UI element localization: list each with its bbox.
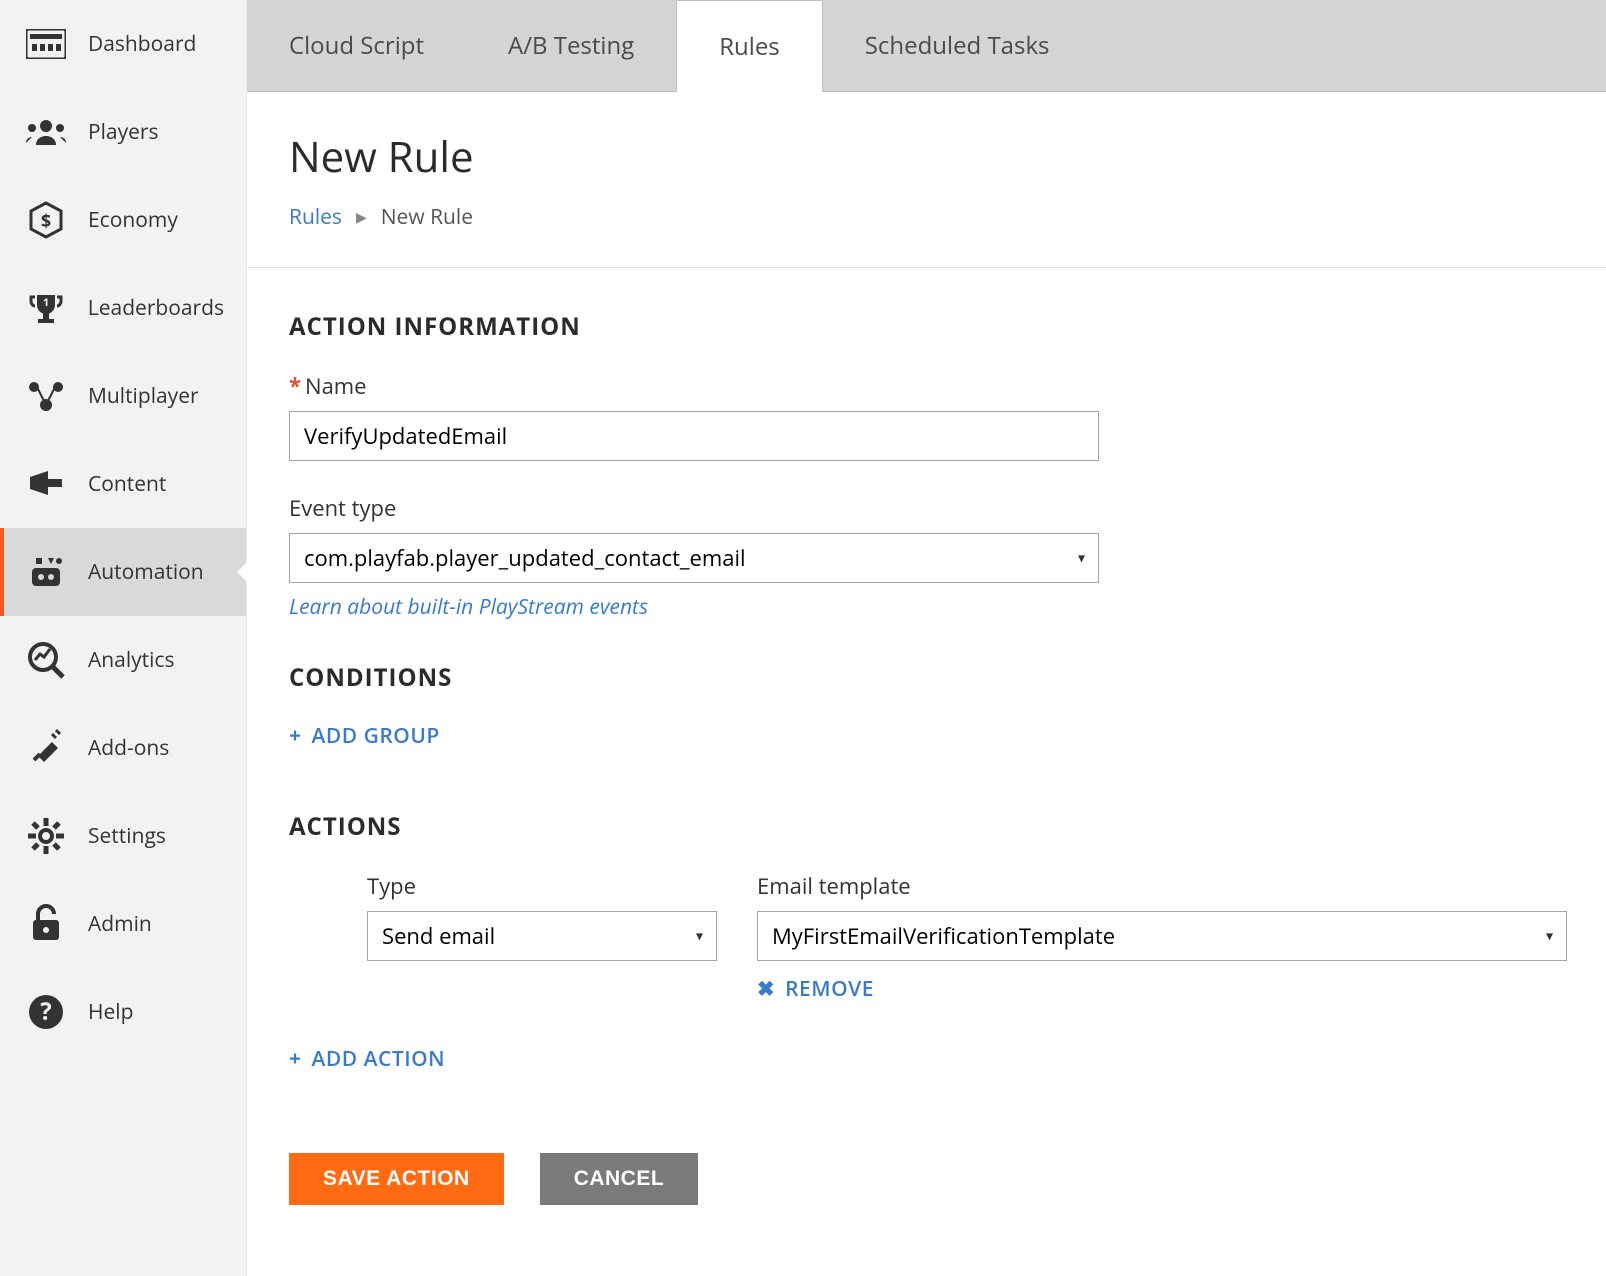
- help-icon: ?: [22, 988, 70, 1036]
- sidebar-item-label: Dashboard: [88, 30, 196, 58]
- sidebar-item-label: Players: [88, 118, 159, 146]
- admin-icon: [22, 900, 70, 948]
- close-icon: ✖: [757, 975, 775, 1003]
- tab-bar: Cloud Script A/B Testing Rules Scheduled…: [247, 0, 1606, 92]
- add-action-button[interactable]: + ADD ACTION: [289, 1045, 445, 1073]
- plus-icon: +: [289, 1045, 302, 1073]
- tab-ab-testing[interactable]: A/B Testing: [466, 0, 676, 91]
- sidebar-item-label: Add-ons: [88, 734, 169, 762]
- sidebar-item-label: Automation: [88, 558, 204, 586]
- content-icon: [22, 460, 70, 508]
- addons-icon: [22, 724, 70, 772]
- sidebar-item-dashboard[interactable]: Dashboard: [0, 0, 246, 88]
- automation-icon: [22, 548, 70, 596]
- leaderboards-icon: 1: [22, 284, 70, 332]
- save-action-button[interactable]: SAVE ACTION: [289, 1153, 504, 1205]
- help-link-playstream-events[interactable]: Learn about built-in PlayStream events: [289, 593, 648, 621]
- field-event-type: Event type com.playfab.player_updated_co…: [289, 493, 1564, 621]
- sidebar-item-label: Economy: [88, 206, 178, 234]
- field-label-event-type: Event type: [289, 493, 1564, 523]
- sidebar: Dashboard Players $ Economy 1 Leaderboar…: [0, 0, 247, 1276]
- remove-label: REMOVE: [785, 975, 874, 1003]
- action-type-select[interactable]: Send email: [367, 911, 717, 961]
- tab-label: Scheduled Tasks: [865, 29, 1050, 62]
- plus-icon: +: [289, 722, 302, 750]
- sidebar-item-label: Content: [88, 470, 166, 498]
- page-title: New Rule: [289, 128, 1564, 185]
- chevron-right-icon: ▶: [356, 208, 367, 227]
- sidebar-item-admin[interactable]: Admin: [0, 880, 246, 968]
- svg-text:?: ?: [40, 995, 51, 1028]
- breadcrumb-current: New Rule: [381, 203, 473, 231]
- remove-action-button[interactable]: ✖ REMOVE: [757, 975, 874, 1003]
- section-header-actions: ACTIONS: [289, 810, 1564, 843]
- sidebar-item-players[interactable]: Players: [0, 88, 246, 176]
- sidebar-item-automation[interactable]: Automation: [0, 528, 246, 616]
- main-area: Cloud Script A/B Testing Rules Scheduled…: [247, 0, 1606, 1276]
- sidebar-item-settings[interactable]: Settings: [0, 792, 246, 880]
- tab-label: Rules: [719, 30, 780, 63]
- content-area: New Rule Rules ▶ New Rule ACTION INFORMA…: [247, 92, 1606, 1276]
- analytics-icon: [22, 636, 70, 684]
- settings-icon: [22, 812, 70, 860]
- tab-label: Cloud Script: [289, 29, 424, 62]
- sidebar-item-label: Multiplayer: [88, 382, 199, 410]
- email-template-select[interactable]: MyFirstEmailVerificationTemplate: [757, 911, 1567, 961]
- sidebar-item-label: Analytics: [88, 646, 175, 674]
- cancel-button[interactable]: CANCEL: [540, 1153, 699, 1205]
- field-label-name: * Name: [289, 371, 1564, 401]
- breadcrumb: Rules ▶ New Rule: [289, 203, 1564, 231]
- sidebar-item-addons[interactable]: Add-ons: [0, 704, 246, 792]
- name-input[interactable]: [289, 411, 1099, 461]
- tab-cloud-script[interactable]: Cloud Script: [247, 0, 466, 91]
- svg-text:1: 1: [43, 295, 49, 310]
- sidebar-item-leaderboards[interactable]: 1 Leaderboards: [0, 264, 246, 352]
- sidebar-item-help[interactable]: ? Help: [0, 968, 246, 1056]
- svg-text:$: $: [41, 209, 51, 233]
- add-group-button[interactable]: + ADD GROUP: [289, 722, 440, 750]
- sidebar-item-analytics[interactable]: Analytics: [0, 616, 246, 704]
- economy-icon: $: [22, 196, 70, 244]
- sidebar-item-label: Help: [88, 998, 133, 1026]
- button-row: SAVE ACTION CANCEL: [289, 1153, 1564, 1205]
- field-label-email-template: Email template: [757, 871, 1567, 901]
- required-asterisk: *: [289, 371, 301, 401]
- section-header-conditions: CONDITIONS: [289, 661, 1564, 694]
- tab-scheduled-tasks[interactable]: Scheduled Tasks: [823, 0, 1092, 91]
- event-type-select[interactable]: com.playfab.player_updated_contact_email: [289, 533, 1099, 583]
- dashboard-icon: [22, 20, 70, 68]
- add-action-label: ADD ACTION: [312, 1045, 446, 1073]
- section-header-action-information: ACTION INFORMATION: [289, 310, 1564, 343]
- tab-rules[interactable]: Rules: [676, 0, 823, 92]
- sidebar-item-content[interactable]: Content: [0, 440, 246, 528]
- sidebar-item-label: Leaderboards: [88, 294, 224, 322]
- field-name: * Name: [289, 371, 1564, 461]
- tab-label: A/B Testing: [508, 29, 634, 62]
- sidebar-item-label: Settings: [88, 822, 166, 850]
- breadcrumb-parent-link[interactable]: Rules: [289, 203, 342, 231]
- sidebar-item-label: Admin: [88, 910, 152, 938]
- label-text: Name: [305, 371, 367, 401]
- add-group-label: ADD GROUP: [312, 722, 440, 750]
- field-label-action-type: Type: [367, 871, 717, 901]
- sidebar-item-multiplayer[interactable]: Multiplayer: [0, 352, 246, 440]
- players-icon: [22, 108, 70, 156]
- action-row: Type Send email Email template MyFirstEm…: [367, 871, 1564, 1003]
- sidebar-item-economy[interactable]: $ Economy: [0, 176, 246, 264]
- multiplayer-icon: [22, 372, 70, 420]
- divider: [247, 267, 1606, 268]
